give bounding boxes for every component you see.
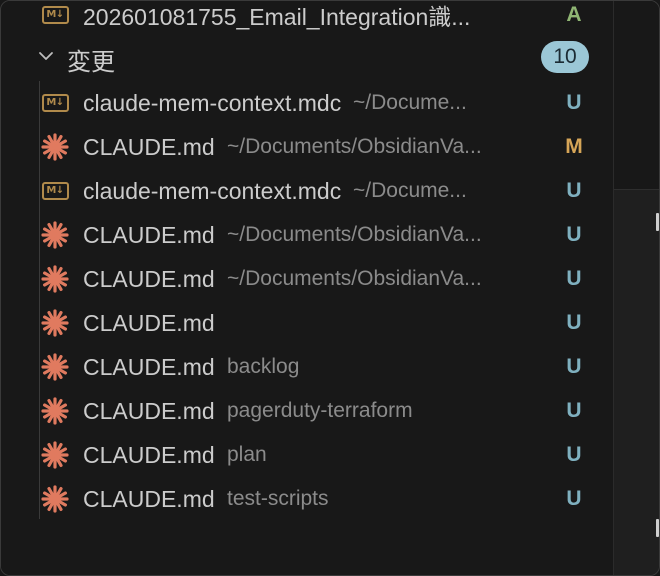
claude-icon — [41, 353, 69, 381]
status-badge: U — [566, 399, 582, 422]
claude-icon — [41, 221, 69, 249]
change-item[interactable]: CLAUDE.md pagerduty-terraform U — [1, 389, 613, 433]
change-item[interactable]: CLAUDE.md ~/Documents/ObsidianVa... U — [1, 257, 613, 301]
change-item[interactable]: CLAUDE.md backlog U — [1, 345, 613, 389]
file-name: claude-mem-context.mdc — [83, 177, 342, 204]
status-badge: U — [566, 267, 582, 290]
changes-count-badge: 10 — [541, 41, 589, 73]
file-path: ~/Docume... — [353, 91, 467, 114]
change-item[interactable]: CLAUDE.md ~/Documents/ObsidianVa... U — [1, 213, 613, 257]
staged-item[interactable]: M↓ 202601081755_Email_Integration識... A — [1, 1, 613, 37]
claude-icon — [41, 441, 69, 469]
editor-pane-top — [614, 1, 659, 190]
scm-window: M↓ 202601081755_Email_Integration識... A … — [0, 0, 660, 576]
markdown-icon: M↓ — [41, 177, 69, 205]
markdown-icon: M↓ — [41, 89, 69, 117]
file-name: CLAUDE.md — [83, 397, 215, 424]
status-badge: U — [566, 355, 582, 378]
changes-section-header[interactable]: 変更 10 — [1, 35, 613, 79]
status-badge: M — [565, 135, 583, 158]
status-badge: U — [566, 443, 582, 466]
source-control-panel: M↓ 202601081755_Email_Integration識... A … — [1, 1, 613, 575]
file-path: ~/Documents/ObsidianVa... — [227, 135, 482, 158]
claude-icon — [41, 133, 69, 161]
file-name: CLAUDE.md — [83, 133, 215, 160]
status-badge: U — [566, 487, 582, 510]
chevron-down-icon[interactable] — [37, 47, 55, 65]
file-name: CLAUDE.md — [83, 309, 215, 336]
change-item[interactable]: M↓ claude-mem-context.mdc ~/Docume... U — [1, 169, 613, 213]
status-badge: U — [566, 223, 582, 246]
file-path: ~/Documents/ObsidianVa... — [227, 223, 482, 246]
editor-pane-edge — [614, 1, 659, 575]
file-name: CLAUDE.md — [83, 221, 215, 248]
file-name: CLAUDE.md — [83, 265, 215, 292]
status-badge: U — [566, 91, 582, 114]
change-item[interactable]: CLAUDE.md plan U — [1, 433, 613, 477]
file-name: CLAUDE.md — [83, 441, 215, 468]
file-path: ~/Documents/ObsidianVa... — [227, 267, 482, 290]
file-name: CLAUDE.md — [83, 353, 215, 380]
change-item[interactable]: CLAUDE.md ~/Documents/ObsidianVa... M — [1, 125, 613, 169]
file-path: test-scripts — [227, 487, 329, 510]
file-path: plan — [227, 443, 267, 466]
file-path: backlog — [227, 355, 300, 378]
claude-icon — [41, 309, 69, 337]
change-item[interactable]: M↓ claude-mem-context.mdc ~/Docume... U — [1, 81, 613, 125]
change-item[interactable]: CLAUDE.md test-scripts U — [1, 477, 613, 521]
claude-icon — [41, 485, 69, 513]
file-name: 202601081755_Email_Integration識... — [83, 4, 471, 30]
status-badge: U — [566, 179, 582, 202]
claude-icon — [41, 397, 69, 425]
editor-edge-mark — [656, 213, 659, 231]
status-badge: U — [566, 311, 582, 334]
file-path: pagerduty-terraform — [227, 399, 413, 422]
status-badge: A — [566, 3, 582, 26]
markdown-icon: M↓ — [41, 1, 69, 29]
editor-edge-mark — [656, 519, 659, 537]
section-title: 変更 — [67, 48, 115, 76]
claude-icon — [41, 265, 69, 293]
file-path: ~/Docume... — [353, 179, 467, 202]
file-name: claude-mem-context.mdc — [83, 89, 342, 116]
file-name: CLAUDE.md — [83, 485, 215, 512]
change-item[interactable]: CLAUDE.md U — [1, 301, 613, 345]
